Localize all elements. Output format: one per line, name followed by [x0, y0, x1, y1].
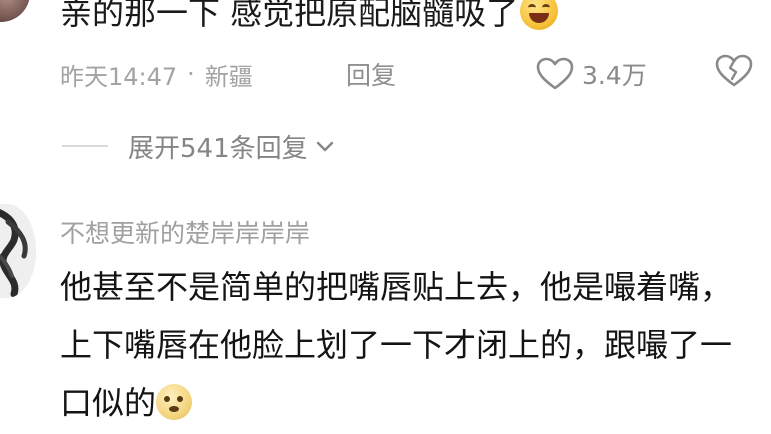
avatar[interactable] — [0, 0, 30, 22]
comment-location: 新疆 — [204, 62, 253, 91]
reply-button[interactable]: 回复 — [346, 56, 396, 92]
comment-username[interactable]: 不想更新的楚岸岸岸岸 — [60, 214, 310, 250]
heart-outline-icon — [536, 57, 574, 90]
like-button[interactable]: 3.4万 — [536, 56, 647, 92]
expand-replies-button[interactable]: 展开541条回复 — [62, 126, 336, 166]
chevron-down-icon — [316, 141, 333, 152]
comment-text-content: 亲的那一下 感觉把原配脑髓吸了 — [60, 0, 519, 32]
comment-meta-row: 昨天14:47 · 新疆 回复 3.4万 — [60, 54, 771, 94]
divider — [62, 145, 108, 147]
like-count: 3.4万 — [582, 61, 647, 90]
grinning-sweat-emoji-icon — [520, 0, 559, 30]
avatar-image — [0, 204, 36, 298]
comment-text: 他甚至不是简单的把嘴唇贴上去，他是嘬着嘴，上下嘴唇在他脸上划了一下才闭上的，跟嘬… — [60, 258, 750, 432]
avatar[interactable] — [0, 204, 36, 298]
shocked-emoji-icon — [156, 384, 193, 420]
comment-timestamp: 昨天14:47 — [60, 62, 178, 91]
dislike-button[interactable] — [715, 54, 753, 94]
comment-thread: 亲的那一下 感觉把原配脑髓吸了 昨天14:47 · 新疆 回复 3.4万 展开5… — [0, 0, 771, 434]
expand-replies-label: 展开541条回复 — [128, 133, 308, 164]
comment-text: 亲的那一下 感觉把原配脑髓吸了 — [60, 0, 559, 35]
broken-heart-outline-icon — [715, 54, 753, 87]
meta-separator: · — [187, 60, 195, 88]
